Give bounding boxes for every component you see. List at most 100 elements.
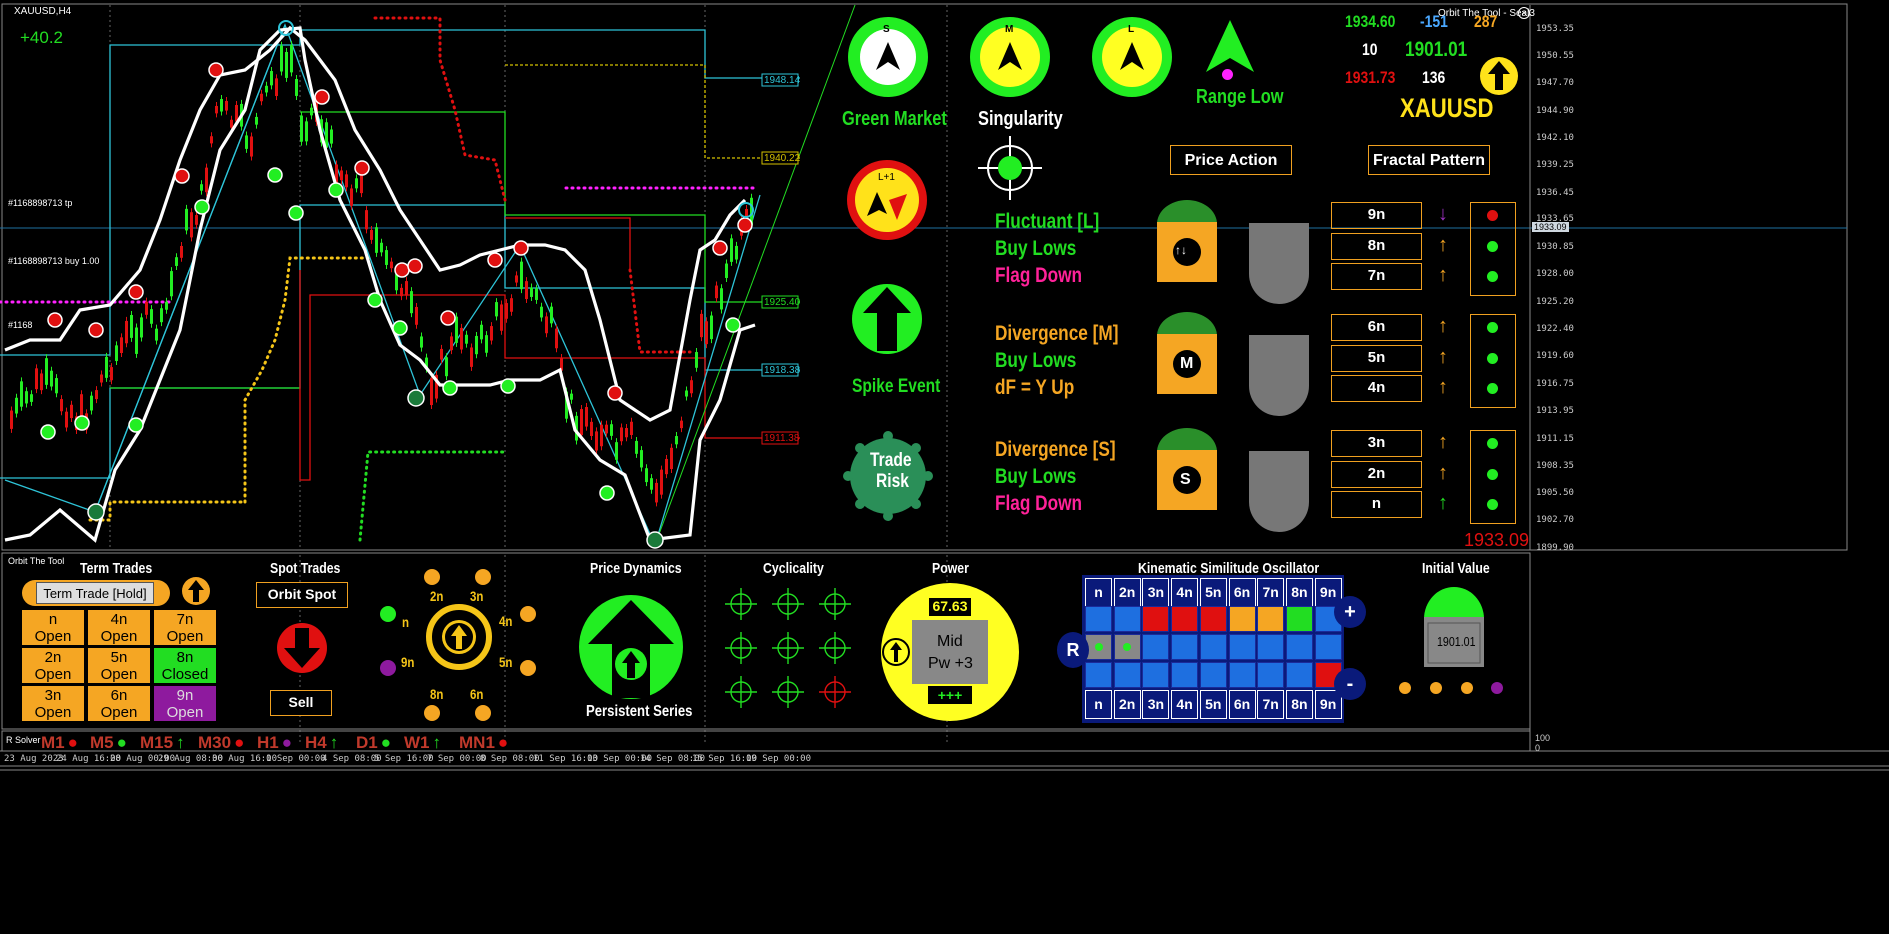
group-2-box[interactable]: 4n <box>1331 375 1422 402</box>
candle <box>390 261 393 269</box>
term-trade-cell[interactable]: 8n Closed <box>154 648 216 683</box>
kso-cell <box>1285 606 1313 632</box>
candle <box>600 424 603 447</box>
stat-count: 287 <box>1474 12 1498 31</box>
term-cell-status: Open <box>100 666 138 683</box>
timeframe-mn1[interactable]: MN1 ● <box>459 733 508 753</box>
group-3-box[interactable]: 3n <box>1331 430 1422 457</box>
group-3-box[interactable]: n <box>1331 491 1422 518</box>
timeframe-w1[interactable]: W1 ↑ <box>404 733 441 753</box>
profit-value: +40.2 <box>20 28 64 47</box>
candle <box>210 136 213 144</box>
orbit-dial <box>380 569 536 721</box>
kso-header-cell: 4n <box>1171 690 1199 719</box>
term-trade-cell[interactable]: 7n Open <box>154 610 216 645</box>
group-3-line-3: Flag Down <box>995 492 1083 515</box>
sell-signal-dot <box>440 310 456 326</box>
term-trade-cell[interactable]: 3n Open <box>22 686 84 721</box>
kso-r-label: R <box>1066 640 1080 660</box>
candle <box>420 336 423 348</box>
term-trade-cell[interactable]: 9n Open <box>154 686 216 721</box>
time-axis-label: 4 Sep 08:00 <box>322 754 382 764</box>
orbit-spot-button[interactable]: Orbit Spot <box>256 582 348 608</box>
group-2-box[interactable]: 5n <box>1331 344 1422 372</box>
price-axis-label: 1905.50 <box>1536 488 1574 498</box>
candle <box>595 431 598 451</box>
timeframe-m5[interactable]: M5 ● <box>90 733 127 753</box>
candle <box>650 478 653 490</box>
close-icon[interactable]: × <box>1518 7 1530 19</box>
term-trade-cell[interactable]: 6n Open <box>88 686 150 721</box>
order-partial-label[interactable]: #1168 <box>8 320 32 330</box>
kso-cell <box>1142 606 1170 632</box>
term-trade-cell[interactable]: 5n Open <box>88 648 150 683</box>
term-cell-period: 9n <box>176 687 194 704</box>
candle <box>430 378 433 406</box>
candle <box>490 326 493 341</box>
candle <box>90 395 93 411</box>
sell-button[interactable]: Sell <box>270 690 332 716</box>
kso-minus-button[interactable]: - <box>1334 668 1366 700</box>
chart-symbol: XAUUSD,H4 <box>14 6 72 17</box>
trade-risk-line1: Trade <box>870 450 912 471</box>
price-axis-label: 1936.45 <box>1536 188 1574 198</box>
up-arrow-icon: ↑ <box>329 733 339 752</box>
spike-event-icon <box>852 284 922 354</box>
term-trade-button[interactable]: Term Trade [Hold] <box>22 580 170 606</box>
up-arrow-icon: ↑ <box>176 733 185 752</box>
timeframe-h1[interactable]: H1 ● <box>257 733 292 753</box>
persistent-series-icon <box>579 595 683 699</box>
timeframe-h4[interactable]: H4 ↑ <box>305 733 338 753</box>
kso-plus-button[interactable]: + <box>1334 596 1366 628</box>
status-dot-icon: ● <box>497 733 509 752</box>
term-trade-cell[interactable]: n Open <box>22 610 84 645</box>
stat-delta: -151 <box>1420 12 1448 31</box>
compass-l-letter: L <box>1128 24 1135 35</box>
kso-cell <box>1142 634 1170 660</box>
candle <box>495 302 498 317</box>
group-1-box[interactable]: 8n <box>1331 232 1422 260</box>
timeframe-label: MN1 <box>459 733 495 752</box>
candle <box>570 393 573 400</box>
cycle-crosshair-icon <box>772 588 804 620</box>
cyclicality-title: Cyclicality <box>763 560 824 577</box>
kso-plus-label: + <box>1344 601 1356 623</box>
timeframe-m1[interactable]: M1 ● <box>41 733 78 753</box>
candle <box>215 105 218 114</box>
candle <box>125 320 128 344</box>
price-action-button[interactable]: Price Action <box>1170 145 1292 175</box>
order-buy-label[interactable]: #1168898713 buy 1.00 <box>8 256 99 266</box>
term-trade-cell[interactable]: 4n Open <box>88 610 150 645</box>
price-chart[interactable] <box>0 0 1889 934</box>
group-1-box[interactable]: 7n <box>1331 263 1422 290</box>
orbit-label-5n: 5n <box>499 654 513 670</box>
kso-cell <box>1257 606 1285 632</box>
cycle-crosshair-icon <box>819 676 851 708</box>
fractal-pattern-button[interactable]: Fractal Pattern <box>1368 145 1490 175</box>
order-tp-label[interactable]: #1168898713 tp <box>8 198 72 208</box>
candle <box>305 121 308 142</box>
current-price-tag: 1933.09 <box>1532 222 1569 232</box>
candle <box>200 184 203 191</box>
candle <box>130 315 133 338</box>
timeframe-m15[interactable]: M15 ↑ <box>140 733 185 753</box>
candle <box>255 116 258 125</box>
group-1-box[interactable]: 9n <box>1331 202 1422 229</box>
kso-cell <box>1085 634 1112 660</box>
group-2-line-3: dF = Y Up <box>995 376 1075 399</box>
candle <box>525 281 528 300</box>
timeframe-d1[interactable]: D1 ● <box>356 733 391 753</box>
candle <box>695 352 698 368</box>
group-2-box[interactable]: 6n <box>1331 314 1422 341</box>
kso-cell <box>1113 662 1141 688</box>
group-3-box[interactable]: 2n <box>1331 460 1422 488</box>
term-trade-cell[interactable]: 2n Open <box>22 648 84 683</box>
kso-r-button[interactable]: R <box>1057 632 1089 668</box>
candle <box>730 238 733 262</box>
stat-mid: 1901.01 <box>1405 38 1468 61</box>
price-axis-label: 1950.55 <box>1536 51 1574 61</box>
timeframe-m30[interactable]: M30 ● <box>198 733 244 753</box>
candle <box>175 257 178 266</box>
price-axis-label: 1922.40 <box>1536 324 1574 334</box>
kso-cell <box>1113 634 1141 660</box>
